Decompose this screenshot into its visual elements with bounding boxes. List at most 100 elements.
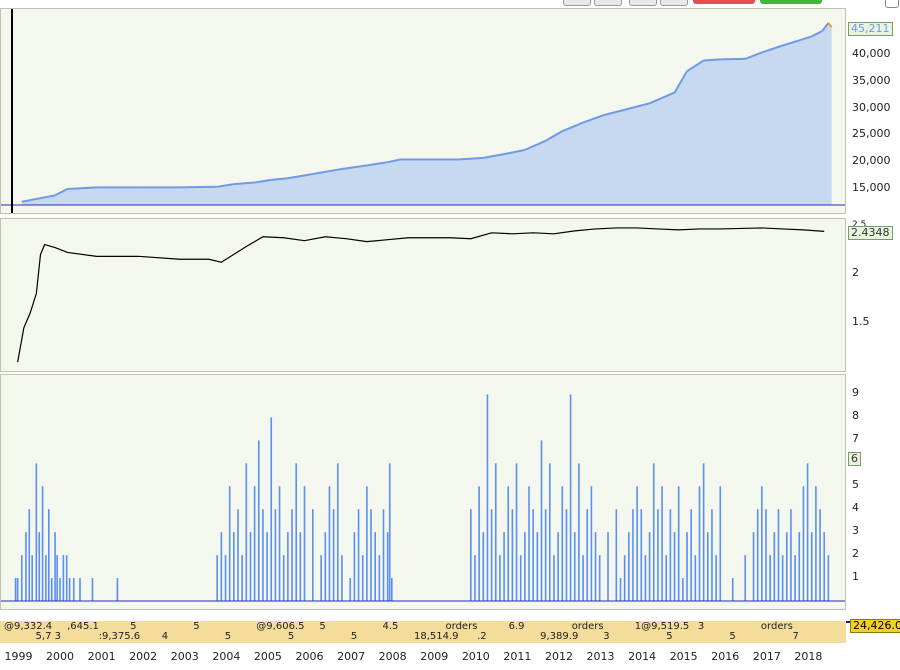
position-bar <box>72 578 75 601</box>
position-bar <box>615 509 618 601</box>
trade-marker[interactable]: :9,375.6 <box>99 631 141 642</box>
window-close-box[interactable] <box>885 0 899 8</box>
position-bar <box>781 555 784 601</box>
position-bar <box>636 486 638 601</box>
positions-tick: 3 <box>852 524 859 538</box>
toolbar-button-2[interactable] <box>594 0 622 6</box>
position-bar <box>731 578 734 601</box>
position-bar <box>499 555 501 601</box>
trade-marker[interactable]: 3 <box>603 631 609 642</box>
trade-marker[interactable]: orders <box>572 621 604 632</box>
position-bar <box>823 532 826 601</box>
trade-marker[interactable]: 5 <box>130 621 136 632</box>
equity-tick: 35,000 <box>852 73 891 87</box>
trade-marker[interactable]: 4 <box>162 631 168 642</box>
position-bar <box>328 486 331 601</box>
year-label: 2004 <box>212 650 241 663</box>
trade-marker[interactable]: 18,514.9 <box>414 631 459 642</box>
trade-marker[interactable]: orders <box>446 621 478 632</box>
position-bar <box>295 463 297 601</box>
position-bar <box>382 509 385 601</box>
position-bar <box>669 509 672 601</box>
position-bar <box>25 532 27 601</box>
trade-marker[interactable]: orders <box>761 621 793 632</box>
position-bar <box>698 486 701 601</box>
equity-segment <box>720 57 746 61</box>
positions-tick: 9 <box>852 386 859 400</box>
trade-marker[interactable]: 9,389.9 <box>540 631 578 642</box>
position-bar <box>116 578 119 601</box>
trade-marker[interactable]: 7 <box>792 631 798 642</box>
ratio-chart <box>17 227 825 363</box>
trade-marker[interactable]: 5 <box>666 631 672 642</box>
trade-marker[interactable]: 1@9,519.5 <box>635 621 690 632</box>
year-label: 2001 <box>87 650 116 663</box>
position-bar <box>619 578 622 601</box>
position-bar <box>320 555 322 601</box>
position-bar <box>374 532 376 601</box>
position-bar <box>711 509 713 601</box>
position-bar <box>752 532 755 601</box>
position-bar <box>324 532 327 601</box>
trade-marker[interactable]: 3 <box>698 621 704 632</box>
position-bar <box>694 555 697 601</box>
trade-marker[interactable]: 5 <box>351 631 357 642</box>
sell-button[interactable] <box>693 0 755 4</box>
position-bar <box>532 509 534 601</box>
position-bar <box>515 463 518 601</box>
trade-marker[interactable]: 5 <box>193 621 199 632</box>
trade-marker-strip[interactable]: @9,332.4 5,7 3,645.1:9,375.6 5 4 5 5 @9,606.5 5… <box>0 621 846 643</box>
equity-segment <box>703 58 721 62</box>
trade-marker[interactable]: @9,606.5 <box>256 621 304 632</box>
position-bar <box>511 509 514 601</box>
year-label: 2016 <box>711 650 740 663</box>
position-bar <box>14 578 17 601</box>
toolbar-button-3[interactable] <box>629 0 657 6</box>
trade-marker[interactable]: 5,7 3 <box>36 631 61 642</box>
trade-marker[interactable]: 4.5 <box>382 621 398 632</box>
position-bar <box>237 509 239 601</box>
position-bar <box>682 578 684 601</box>
position-bar <box>54 532 56 601</box>
trade-marker[interactable]: .2 <box>477 631 487 642</box>
toolbar-button-4[interactable] <box>660 0 688 6</box>
position-bar <box>719 486 722 601</box>
position-bar <box>48 509 50 601</box>
ratio-last-value: 2.4348 <box>848 226 893 240</box>
equity-tick: 25,000 <box>852 127 891 141</box>
position-bar <box>706 532 709 601</box>
position-bar <box>35 463 38 601</box>
ratio-tick: 1.5 <box>852 314 870 328</box>
position-bar <box>299 532 302 601</box>
trade-marker[interactable]: 5 <box>319 621 325 632</box>
position-bar <box>806 463 809 601</box>
positions-tick: 4 <box>852 501 859 515</box>
trade-marker[interactable]: 6.9 <box>509 621 525 632</box>
trade-marker[interactable]: ,645.1 <box>67 621 99 632</box>
trade-marker[interactable]: 5 <box>729 631 735 642</box>
position-bar <box>665 555 668 601</box>
equity-tick: 30,000 <box>852 100 891 114</box>
position-bar <box>528 486 530 601</box>
position-bar <box>677 486 680 601</box>
positions-tick: 1 <box>852 570 859 584</box>
year-label: 2010 <box>461 650 490 663</box>
position-bar <box>228 486 231 601</box>
position-bar <box>370 509 372 601</box>
position-bar <box>245 463 248 601</box>
toolbar-button-1[interactable] <box>563 0 591 6</box>
equity-area <box>21 23 832 205</box>
buy-button[interactable] <box>760 0 822 4</box>
position-bar <box>802 486 805 601</box>
position-bar <box>274 509 277 601</box>
trade-marker[interactable]: 5 <box>288 631 294 642</box>
year-label: 2018 <box>794 650 823 663</box>
trade-marker[interactable]: 5 <box>225 631 231 642</box>
equity-tick: 15,000 <box>852 180 891 194</box>
year-label: 2011 <box>503 650 532 663</box>
position-bar <box>519 555 522 601</box>
position-bar <box>341 555 343 601</box>
positions-tick: 7 <box>852 432 859 446</box>
position-bar <box>20 555 23 601</box>
year-label: 2017 <box>752 650 781 663</box>
